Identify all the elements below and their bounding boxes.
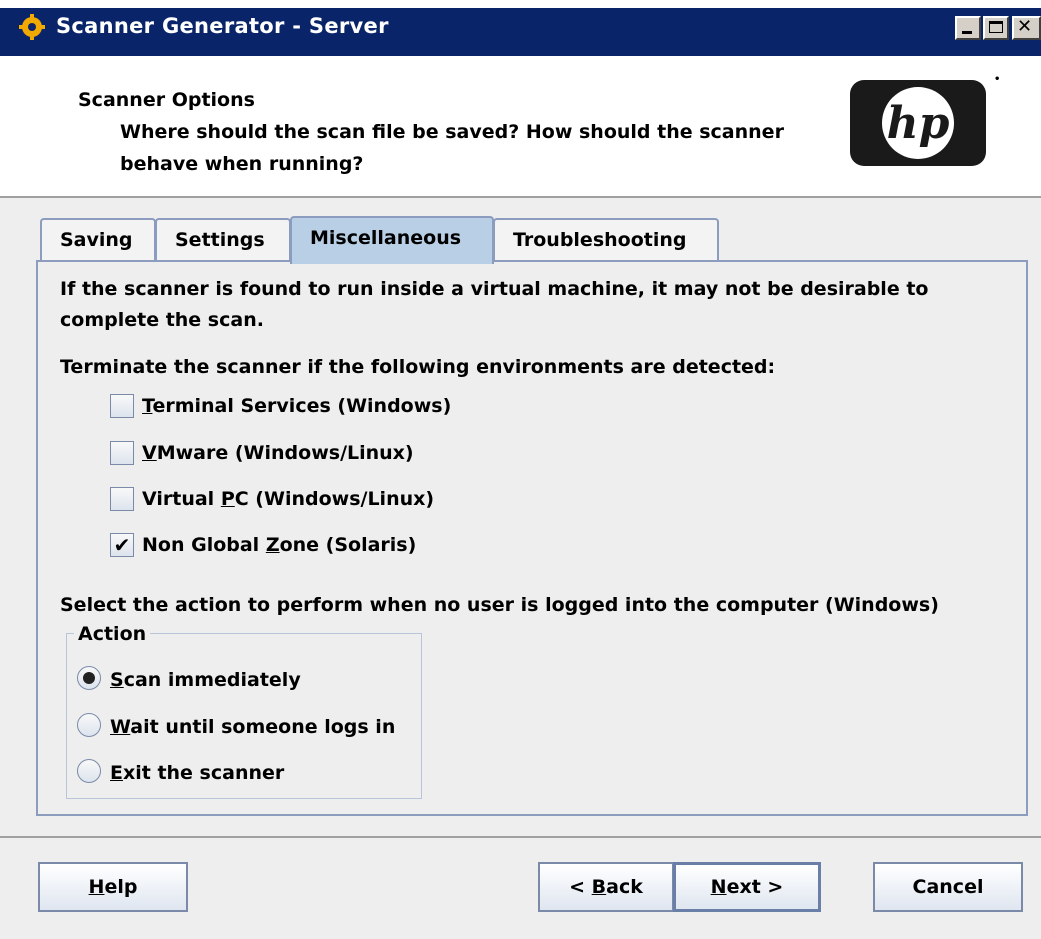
non-global-zone-label[interactable]: Non Global Zone (Solaris) (142, 531, 416, 559)
window-title: Scanner Generator - Server (56, 14, 389, 38)
footer-separator (0, 836, 1041, 838)
terminal-services-label[interactable]: Terminal Services (Windows) (142, 392, 451, 420)
back-button[interactable]: < Back (538, 862, 674, 912)
tab-settings[interactable]: Settings (155, 218, 291, 262)
tab-label: Miscellaneous (310, 227, 462, 249)
tab-label: Saving (60, 229, 133, 251)
tab-label: Settings (175, 229, 265, 251)
gear-icon (19, 14, 45, 40)
hp-logo-text: hp (887, 98, 950, 149)
close-icon[interactable]: ✕ (1012, 16, 1041, 40)
wait-until-login-label[interactable]: Wait until someone logs in (110, 713, 395, 741)
maximize-icon[interactable] (983, 16, 1009, 40)
terminate-label: Terminate the scanner if the following e… (60, 356, 776, 378)
scan-immediately-label[interactable]: Scan immediately (110, 666, 301, 694)
vmware-label[interactable]: VMware (Windows/Linux) (142, 439, 414, 467)
non-global-zone-checkbox[interactable]: ✔ (110, 533, 134, 557)
vmware-checkbox[interactable] (110, 441, 134, 465)
trademark-dot: • (994, 74, 1001, 85)
exit-scanner-radio[interactable] (77, 759, 101, 783)
cancel-button[interactable]: Cancel (873, 862, 1023, 912)
tab-saving[interactable]: Saving (40, 218, 156, 262)
terminal-services-checkbox[interactable] (110, 394, 134, 418)
next-button[interactable]: Next > (673, 862, 821, 912)
tab-troubleshooting[interactable]: Troubleshooting (493, 218, 719, 262)
intro-line-2: complete the scan. (60, 309, 264, 331)
radio-selected-dot (83, 672, 95, 684)
action-prompt: Select the action to perform when no use… (60, 594, 939, 616)
minimize-icon[interactable] (955, 16, 981, 40)
wait-until-login-radio[interactable] (77, 713, 101, 737)
header-title: Scanner Options (78, 89, 255, 111)
action-group-label: Action (74, 622, 151, 646)
hp-logo: hp (850, 80, 986, 166)
virtual-pc-checkbox[interactable] (110, 487, 134, 511)
scan-immediately-radio[interactable] (77, 666, 101, 690)
help-button[interactable]: Help (38, 862, 188, 912)
exit-scanner-label[interactable]: Exit the scanner (110, 759, 284, 787)
tab-miscellaneous[interactable]: Miscellaneous (290, 216, 494, 264)
check-mark-icon: ✔ (113, 533, 131, 557)
header-description: Where should the scan file be saved? How… (120, 121, 784, 175)
virtual-pc-label[interactable]: Virtual PC (Windows/Linux) (142, 485, 434, 513)
intro-line-1: If the scanner is found to run inside a … (60, 278, 929, 300)
tab-label: Troubleshooting (513, 229, 687, 251)
